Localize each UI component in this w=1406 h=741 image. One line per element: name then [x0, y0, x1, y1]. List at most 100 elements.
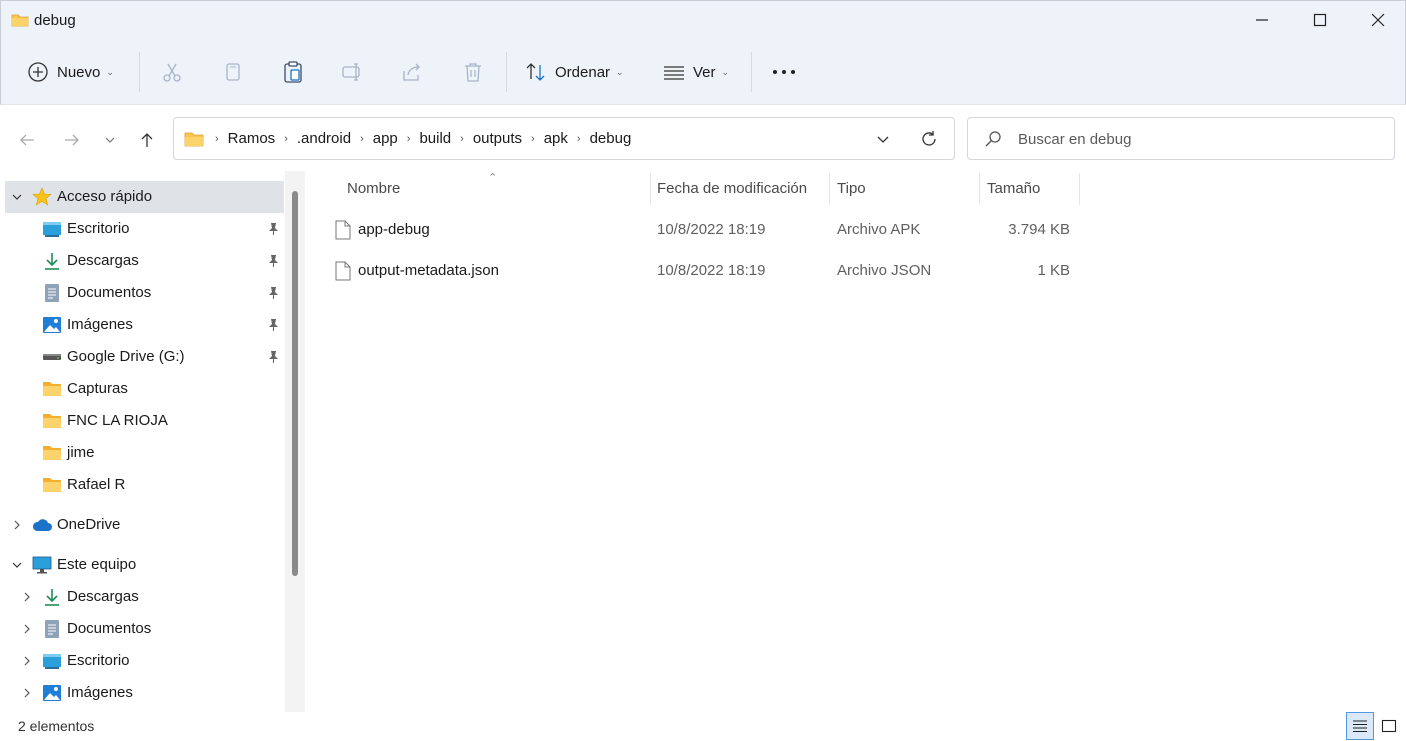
trash-icon [465, 63, 481, 82]
sidebar-item-escritorio[interactable]: Escritorio [5, 213, 284, 245]
maximize-button[interactable] [1291, 1, 1349, 39]
column-divider[interactable] [650, 173, 651, 205]
breadcrumb-item[interactable]: Ramos [222, 130, 282, 147]
breadcrumb-item[interactable]: build [413, 130, 457, 147]
table-row[interactable]: output-metadata.json 10/8/2022 18:19 Arc… [330, 252, 1080, 290]
chevron-right-icon[interactable]: › [357, 133, 367, 145]
navigation-row: › Ramos › .android › app › build › outputs › apk › de… [0, 105, 1406, 171]
chevron-right-icon[interactable] [11, 519, 23, 531]
new-button[interactable]: Nuevo ⌄ [27, 40, 114, 104]
clipboard-icon [284, 61, 302, 83]
chevron-right-icon[interactable]: › [281, 133, 291, 145]
address-history-button[interactable] [870, 126, 896, 152]
chevron-down-icon[interactable] [11, 559, 23, 571]
chevron-right-icon[interactable]: › [528, 133, 538, 145]
folder-icon [11, 14, 29, 27]
paste-button[interactable] [282, 40, 304, 104]
chevron-right-icon[interactable]: › [404, 133, 414, 145]
chevron-right-icon[interactable] [21, 687, 33, 699]
details-view-button[interactable] [1346, 712, 1374, 740]
chevron-right-icon[interactable] [21, 591, 33, 603]
column-divider[interactable] [1079, 173, 1080, 205]
breadcrumb-item[interactable]: outputs [467, 130, 528, 147]
table-row[interactable]: app-debug 10/8/2022 18:19 Archivo APK 3.… [330, 211, 1080, 249]
chevron-right-icon[interactable]: › [457, 133, 467, 145]
sidebar-item-quick-access[interactable]: Acceso rápido [5, 181, 284, 213]
cloud-icon [32, 515, 52, 535]
copy-button[interactable] [222, 40, 244, 104]
pin-icon [269, 223, 278, 235]
breadcrumb-item[interactable]: app [367, 130, 404, 147]
sidebar-item-google-drive-g[interactable]: Google Drive (G:) [5, 341, 284, 373]
sidebar-item-pc-documentos[interactable]: Documentos [5, 613, 284, 645]
sidebar-item-onedrive[interactable]: OneDrive [5, 509, 284, 541]
sidebar-item-fnc-la-rioja[interactable]: FNC LA RIOJA [5, 405, 284, 437]
sidebar-item-rafael-r[interactable]: Rafael R [5, 469, 284, 501]
column-header-size[interactable]: Tamaño [987, 171, 1040, 205]
breadcrumb-item[interactable]: apk [538, 130, 574, 147]
minimize-button[interactable] [1233, 1, 1291, 39]
sidebar-item-jime[interactable]: jime [5, 437, 284, 469]
column-divider[interactable] [979, 173, 980, 205]
cut-button[interactable] [161, 40, 183, 104]
back-button[interactable] [14, 127, 40, 153]
sidebar-item-label: Descargas [67, 588, 139, 605]
sidebar-item-pc-im-genes[interactable]: Imágenes [5, 677, 284, 709]
pictures-icon [42, 683, 62, 703]
breadcrumb-item[interactable]: .android [291, 130, 357, 147]
sidebar-scrollbar-thumb[interactable] [292, 191, 298, 576]
toolbar-divider [751, 52, 752, 92]
column-divider[interactable] [829, 173, 830, 205]
sidebar-item-pc-descargas[interactable]: Descargas [5, 581, 284, 613]
computer-icon [32, 555, 52, 575]
up-button[interactable] [134, 127, 160, 153]
chevron-right-icon[interactable] [21, 655, 33, 667]
chevron-down-icon [877, 136, 889, 143]
toolbar-divider [506, 52, 507, 92]
more-options-button[interactable] [772, 40, 796, 104]
rename-button[interactable] [341, 40, 363, 104]
pin-icon [269, 319, 278, 331]
copy-icon [226, 63, 240, 81]
arrow-up-icon [141, 133, 153, 147]
address-bar[interactable]: › Ramos › .android › app › build › outputs › apk › de… [173, 117, 955, 160]
sidebar-item-label: Escritorio [67, 220, 130, 237]
chevron-right-icon[interactable]: › [574, 133, 584, 145]
breadcrumb: › Ramos › .android › app › build › outputs › apk › de… [184, 118, 637, 159]
search-placeholder: Buscar en debug [1018, 131, 1132, 148]
sidebar-item-capturas[interactable]: Capturas [5, 373, 284, 405]
tiles-view-button[interactable] [1375, 712, 1403, 740]
folder-icon [42, 379, 62, 399]
sidebar-item-descargas[interactable]: Descargas [5, 245, 284, 277]
share-button[interactable] [401, 40, 423, 104]
sidebar-item-pc-escritorio[interactable]: Escritorio [5, 645, 284, 677]
column-header-name[interactable]: Nombre [347, 171, 400, 205]
chevron-right-icon[interactable] [21, 623, 33, 635]
search-input[interactable]: Buscar en debug [967, 117, 1395, 160]
view-button[interactable]: Ver ⌄ [663, 40, 729, 104]
sidebar-item-label: Descargas [67, 252, 139, 269]
view-label: Ver [693, 63, 716, 81]
close-button[interactable] [1349, 1, 1406, 39]
chevron-right-icon[interactable]: › [212, 133, 222, 145]
sidebar-item-label: Acceso rápido [57, 188, 153, 205]
documents-icon [42, 619, 62, 639]
recent-locations-button[interactable] [97, 127, 123, 153]
chevron-down-icon[interactable] [11, 191, 23, 203]
chevron-down-icon: ⌄ [616, 66, 624, 77]
chevron-down-icon: ⌄ [721, 66, 730, 77]
plus-circle-icon [28, 62, 48, 82]
desktop-icon [42, 219, 62, 239]
column-header-type[interactable]: Tipo [837, 171, 866, 205]
column-header-modified[interactable]: Fecha de modificación [657, 171, 807, 205]
breadcrumb-item[interactable]: debug [584, 130, 638, 147]
toolbar-divider [139, 52, 140, 92]
sidebar-item-documentos[interactable]: Documentos [5, 277, 284, 309]
new-label: Nuevo [57, 63, 101, 81]
sidebar-item-this-pc[interactable]: Este equipo [5, 549, 284, 581]
refresh-button[interactable] [916, 126, 942, 152]
forward-button[interactable] [59, 127, 85, 153]
delete-button[interactable] [462, 40, 484, 104]
sort-button[interactable]: Ordenar ⌄ [525, 40, 624, 104]
sidebar-item-im-genes[interactable]: Imágenes [5, 309, 284, 341]
